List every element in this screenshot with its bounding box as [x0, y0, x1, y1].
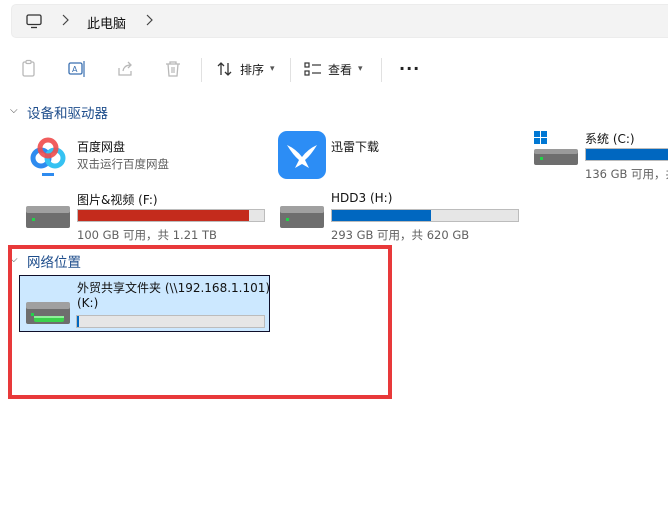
sort-icon[interactable] [215, 59, 237, 81]
device-name: 迅雷下载 [331, 140, 380, 154]
drive-usage-bar [331, 209, 519, 222]
toolbar-divider [201, 58, 202, 82]
baidu-netdisk-icon [24, 131, 72, 182]
drive-usage-bar [77, 209, 265, 222]
drive-capacity-text: 293 GB 可用，共 620 GB [331, 228, 470, 242]
svg-text:A: A [72, 65, 78, 74]
breadcrumb-this-pc[interactable]: 此电脑 [87, 13, 126, 32]
collapse-chevron-icon[interactable]: ⌵ [10, 105, 18, 116]
hard-drive-icon [278, 200, 326, 233]
view-icon[interactable] [303, 59, 325, 81]
chevron-down-icon[interactable]: ▾ [358, 64, 363, 74]
chevron-right-icon[interactable] [62, 14, 69, 26]
drive-capacity-text: 136 GB 可用，共 [585, 167, 668, 181]
section-devices-heading[interactable]: 设备和驱动器 [27, 102, 108, 122]
paste-icon[interactable] [19, 59, 41, 81]
system-drive-icon [532, 131, 580, 172]
share-icon[interactable] [116, 59, 138, 81]
drive-name: 系统 (C:) [585, 132, 635, 146]
drive-usage-fill [586, 149, 668, 160]
xunlei-icon [278, 131, 326, 182]
sort-button[interactable]: 排序 [240, 61, 264, 78]
drive-usage-fill [332, 210, 431, 221]
chevron-down-icon[interactable]: ▾ [270, 64, 275, 74]
drive-usage-fill [78, 210, 250, 221]
rename-icon[interactable]: A [67, 59, 89, 81]
chevron-right-icon[interactable] [146, 14, 153, 26]
address-bar[interactable]: 此电脑 [11, 4, 668, 38]
view-button[interactable]: 查看 [328, 61, 352, 78]
more-options-button[interactable]: ··· [399, 59, 420, 78]
highlight-box [8, 245, 392, 399]
drive-capacity-text: 100 GB 可用，共 1.21 TB [77, 228, 217, 242]
hard-drive-icon [24, 200, 72, 233]
delete-icon[interactable] [163, 59, 185, 81]
drive-name: 图片&视频 (F:) [77, 193, 158, 207]
toolbar-divider [381, 58, 382, 82]
drive-name: HDD3 (H:) [331, 191, 393, 205]
computer-icon[interactable] [26, 14, 42, 32]
device-name: 百度网盘 [77, 140, 126, 154]
toolbar-divider [290, 58, 291, 82]
command-bar: A 排序 ▾ 查看 ▾ ··· [0, 48, 668, 92]
device-subtitle: 双击运行百度网盘 [77, 157, 169, 171]
drive-usage-bar [585, 148, 668, 161]
